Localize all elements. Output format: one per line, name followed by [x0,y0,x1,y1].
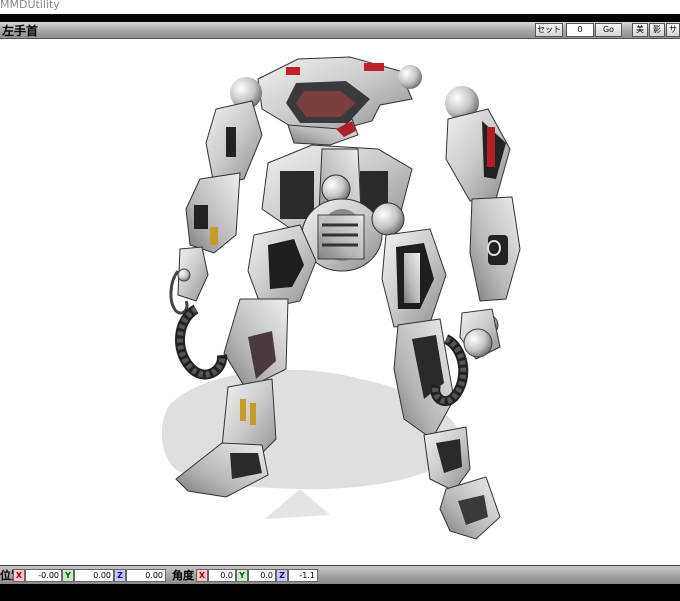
window-footer [0,584,680,601]
right-arm [445,86,521,360]
set-frame-button[interactable]: セット [535,23,563,37]
pos-z-input[interactable]: 0.00 [126,569,166,582]
window-title: MMDUtility [0,0,60,11]
rot-y-input[interactable]: 0.0 [248,569,276,582]
rot-z-input[interactable]: -1.1 [288,569,318,582]
rot-x-input[interactable]: 0.0 [208,569,236,582]
selected-bone-name: 左手首 [2,24,39,38]
rotation-label: 角度 [172,569,194,582]
bone-toolbar: 左手首 セット 0 Go 美 影 サ [0,22,680,39]
rot-z-axis-label: Z [276,569,288,582]
shadow-toggle-button[interactable]: 影 [649,23,665,37]
pos-y-input[interactable]: 0.00 [74,569,114,582]
frame-number-input[interactable]: 0 [566,23,594,37]
beauty-toggle-button[interactable]: 美 [632,23,648,37]
rot-y-axis-label: Y [236,569,248,582]
go-button[interactable]: Go [595,23,622,37]
pos-x-input[interactable]: -0.00 [25,569,62,582]
robot-model-render [161,56,521,540]
transform-statusbar: 位置 X -0.00 Y 0.00 Z 0.00 角度 X 0.0 Y 0.0 … [0,565,680,584]
window-titlebar: MMDUtility [0,0,680,14]
3d-viewport[interactable] [0,39,680,565]
extra-toggle-button[interactable]: サ [666,23,680,37]
title-separator [0,14,680,22]
left-arm [169,100,263,315]
pos-x-axis-label: X [13,569,25,582]
rot-x-axis-label: X [196,569,208,582]
pos-z-axis-label: Z [114,569,126,582]
pos-y-axis-label: Y [62,569,74,582]
